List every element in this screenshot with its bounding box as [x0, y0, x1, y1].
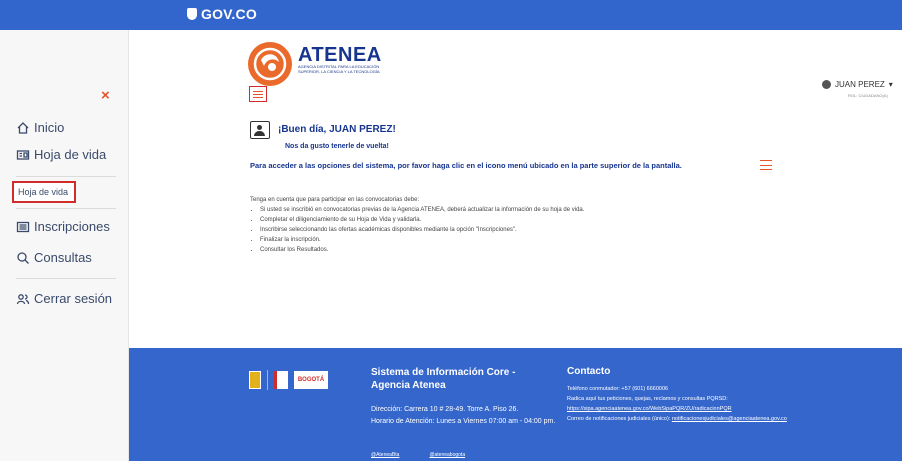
sidebar-divider — [16, 176, 116, 177]
sidebar-divider — [16, 278, 116, 279]
requirements-list: Si usted se inscribió en convocatorias p… — [250, 205, 584, 255]
list-item: Completar el diligenciamiento de su Hoja… — [260, 215, 584, 225]
menu-instruction: Para acceder a las opciones del sistema,… — [250, 161, 682, 170]
hamburger-icon — [253, 90, 263, 92]
atenea-logo[interactable] — [245, 40, 295, 88]
greeting: ¡Buen día, JUAN PEREZ! — [278, 124, 396, 135]
footer-divider — [267, 370, 268, 390]
instagram-link[interactable]: @ateneabogota — [429, 452, 465, 458]
sidebar-item-cerrar-sesion[interactable]: Cerrar sesión — [16, 291, 112, 306]
pqrsd-link[interactable]: https://sipa.agenciaatenea.gov.co/WebSip… — [567, 406, 732, 412]
atenea-small-logo — [274, 371, 288, 389]
list-icon — [16, 221, 30, 232]
user-role: ROL: CIUDADANO(A) — [848, 93, 888, 98]
user-avatar-icon — [822, 80, 831, 89]
list-item: Inscribirse seleccionando las ofertas ac… — [260, 225, 584, 235]
footer-logos: BOGOTÁ — [249, 370, 328, 390]
chevron-down-icon: ▾ — [888, 80, 893, 89]
sidebar-item-inicio[interactable]: Inicio — [16, 120, 64, 135]
id-card-icon — [16, 149, 30, 160]
requirements-notes: Tenga en cuenta que para participar en l… — [250, 195, 584, 255]
brand-subtitle: AGENCIA DISTRITAL PARA LA EDUCACIÓN SUPE… — [298, 64, 380, 74]
close-icon[interactable]: × — [101, 87, 110, 104]
hamburger-icon — [760, 160, 772, 170]
sidebar-subitem-hoja-de-vida[interactable]: Hoja de vida — [12, 181, 77, 203]
list-item: Si usted se inscribió en convocatorias p… — [260, 205, 584, 215]
footer-social: @AteneaBta @ateneabogota — [371, 452, 465, 458]
sidebar-item-hoja-de-vida[interactable]: Hoja de vida — [16, 147, 106, 162]
contact-info: Teléfono conmutador: +57 (601) 6660006 R… — [567, 386, 787, 422]
twitter-link[interactable]: @AteneaBta — [371, 452, 399, 458]
list-item: Finalizar la inscripción. — [260, 235, 584, 245]
search-icon — [17, 251, 29, 264]
contact-title: Contacto — [567, 366, 611, 377]
govco-shield-icon — [187, 8, 197, 20]
welcome-back-text: Nos da gusto tenerle de vuelta! — [285, 143, 389, 150]
notes-intro: Tenga en cuenta que para participar en l… — [250, 197, 420, 203]
footer-title: Sistema de Información Core - Agencia At… — [371, 367, 516, 391]
sidebar-item-consultas[interactable]: Consultas — [16, 250, 92, 265]
user-menu[interactable]: JUAN PEREZ ▾ — [822, 80, 893, 89]
user-card-icon — [250, 121, 270, 139]
gov-bar: GOV.CO — [0, 0, 902, 30]
sidebar-divider — [16, 208, 116, 209]
users-icon — [16, 293, 30, 304]
menu-button[interactable] — [249, 86, 267, 102]
bogota-crest-logo — [249, 371, 261, 389]
bogota-logo: BOGOTÁ — [294, 371, 328, 389]
govco-logo[interactable]: GOV.CO — [187, 6, 257, 22]
judicial-email-link[interactable]: notificacionesjudiciales@agenciaatenea.g… — [672, 416, 787, 422]
footer-address: Dirección: Carrera 10 # 28-49. Torre A. … — [371, 406, 556, 425]
sidebar-item-inscripciones[interactable]: Inscripciones — [16, 219, 110, 234]
user-name: JUAN PEREZ — [835, 80, 885, 89]
footer: BOGOTÁ Sistema de Información Core - Age… — [129, 348, 902, 461]
list-item: Consultar los Resultados. — [260, 245, 584, 255]
home-icon — [17, 121, 29, 134]
sidebar: × Inicio Hoja de vida Hoja de vida Inscr… — [0, 30, 129, 461]
